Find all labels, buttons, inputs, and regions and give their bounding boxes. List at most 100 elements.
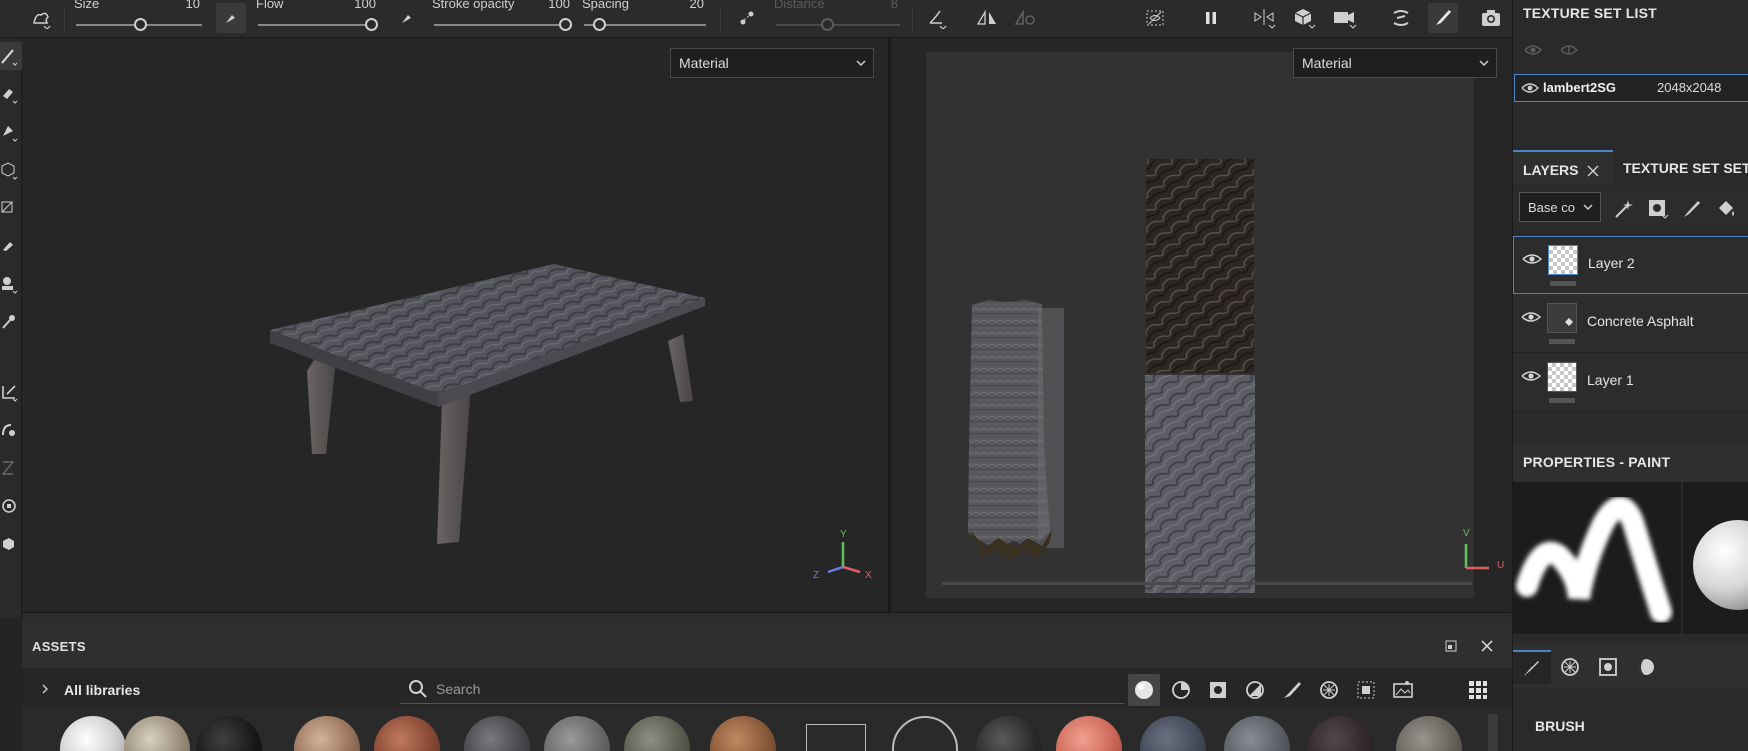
asset-thumbnail[interactable] — [892, 716, 958, 751]
eye-icon[interactable] — [1521, 81, 1539, 98]
spacing-knob[interactable] — [593, 18, 606, 31]
undock-icon[interactable] — [1444, 639, 1458, 656]
eraser-tool-icon[interactable] — [0, 80, 22, 108]
symmetry-settings-icon[interactable] — [1010, 3, 1040, 33]
asset-thumbnail[interactable] — [1396, 716, 1462, 751]
size-slider[interactable]: Size 10 — [74, 0, 202, 36]
chevron-right-icon[interactable] — [40, 683, 50, 698]
layer-row[interactable]: Concrete Asphalt — [1513, 295, 1748, 353]
tab-texture-set-settings[interactable]: TEXTURE SET SET — [1617, 150, 1748, 184]
viewport-2d[interactable]: Material V U — [891, 38, 1511, 612]
filter-generators-icon[interactable] — [1239, 674, 1271, 706]
flow-slider[interactable]: Flow 100 — [256, 0, 378, 36]
filter-brushes-icon[interactable] — [1276, 674, 1308, 706]
material-tab-icon[interactable] — [1627, 650, 1665, 684]
layer-thumbnail[interactable] — [1547, 362, 1577, 392]
all-libraries-label[interactable]: All libraries — [64, 682, 140, 698]
filter-masks-icon[interactable] — [1202, 674, 1234, 706]
size-knob[interactable] — [134, 18, 147, 31]
solo-icon[interactable] — [1559, 42, 1579, 61]
layer-thumbnail[interactable] — [1548, 245, 1578, 275]
iray-tool-icon[interactable] — [0, 492, 22, 520]
cube-view-icon[interactable] — [1290, 3, 1320, 33]
lazy-mouse-icon[interactable] — [732, 3, 762, 33]
asset-thumbnail[interactable] — [710, 716, 776, 751]
filter-materials-icon[interactable] — [1128, 674, 1160, 706]
layer-name[interactable]: Concrete Asphalt — [1587, 313, 1694, 329]
measure-tool-icon[interactable] — [0, 454, 22, 482]
layer-row[interactable]: Layer 1 — [1513, 354, 1748, 412]
hide-icon[interactable] — [1140, 3, 1170, 33]
asset-thumbnail[interactable] — [60, 716, 126, 751]
add-effect-icon[interactable] — [1613, 198, 1635, 223]
assets-search[interactable] — [400, 674, 1124, 704]
brush-tab-icon[interactable] — [1513, 650, 1551, 684]
color-picker-tool-icon[interactable] — [0, 308, 22, 336]
add-fill-layer-icon[interactable] — [1715, 198, 1737, 223]
channel-dropdown[interactable]: Base co — [1519, 192, 1601, 222]
polygon-fill-tool-icon[interactable] — [0, 194, 22, 222]
mesh-icon[interactable] — [0, 530, 22, 558]
asset-thumbnail[interactable] — [806, 724, 866, 751]
close-icon[interactable] — [1480, 639, 1494, 656]
asset-thumbnail[interactable] — [1140, 716, 1206, 751]
transform-tool-icon[interactable] — [0, 378, 22, 406]
asset-thumbnail[interactable] — [294, 716, 360, 751]
layer-thumbnail[interactable] — [1547, 303, 1577, 333]
spacing-slider[interactable]: Spacing 20 — [582, 0, 706, 36]
layer-row[interactable]: Layer 2 — [1513, 236, 1748, 294]
search-input[interactable] — [436, 678, 1036, 700]
filter-filters-icon[interactable] — [1350, 674, 1382, 706]
asset-thumbnail[interactable] — [1056, 716, 1122, 751]
uv-tool-icon[interactable] — [0, 416, 22, 444]
eye-icon[interactable] — [1522, 252, 1543, 269]
close-icon[interactable] — [1587, 164, 1599, 180]
bake-icon[interactable] — [1386, 3, 1416, 33]
brush-preset-icon[interactable] — [26, 3, 56, 33]
asset-thumbnail[interactable] — [624, 716, 690, 751]
asset-thumbnail[interactable] — [1308, 716, 1374, 751]
paint-brush-tool-icon[interactable] — [0, 42, 22, 70]
asset-thumbnail[interactable] — [464, 716, 530, 751]
camera-video-icon[interactable] — [1330, 3, 1360, 33]
asset-thumbnail[interactable] — [544, 716, 610, 751]
eye-icon[interactable] — [1521, 310, 1542, 327]
paint-mode-icon[interactable] — [1428, 3, 1458, 33]
alpha-tab-icon[interactable] — [1551, 650, 1589, 684]
viewport-3d[interactable]: Material Y X Z — [22, 38, 888, 612]
split-view-icon[interactable] — [1250, 3, 1280, 33]
smudge-tool-icon[interactable] — [0, 232, 22, 260]
filter-environments-icon[interactable] — [1387, 674, 1419, 706]
projection-tool-icon[interactable] — [0, 118, 22, 146]
symmetry-icon[interactable] — [972, 3, 1002, 33]
distance-knob[interactable] — [821, 18, 834, 31]
layer-name[interactable]: Layer 1 — [1587, 372, 1634, 388]
assets-scrollbar[interactable] — [1488, 714, 1498, 751]
asset-thumbnail[interactable] — [124, 716, 190, 751]
flow-knob[interactable] — [365, 18, 378, 31]
asset-thumbnail[interactable] — [976, 716, 1042, 751]
grid-view-icon[interactable] — [1462, 674, 1494, 706]
asset-thumbnail[interactable] — [1224, 716, 1290, 751]
filter-textures-icon[interactable] — [1313, 674, 1345, 706]
layer-name[interactable]: Layer 2 — [1588, 255, 1635, 271]
clone-tool-icon[interactable] — [0, 270, 22, 298]
angle-icon[interactable] — [922, 3, 952, 33]
add-mask-icon[interactable] — [1647, 198, 1669, 223]
asset-thumbnail[interactable] — [196, 716, 262, 751]
distance-slider[interactable]: Distance 8 — [774, 0, 900, 36]
filter-smart-materials-icon[interactable] — [1165, 674, 1197, 706]
tab-layers[interactable]: LAYERS — [1513, 150, 1613, 184]
pen-pressure-flow-icon[interactable] — [392, 3, 422, 33]
pause-icon[interactable] — [1196, 3, 1226, 33]
stencil-tab-icon[interactable] — [1589, 650, 1627, 684]
eye-icon[interactable] — [1521, 369, 1542, 386]
add-paint-layer-icon[interactable] — [1681, 198, 1703, 223]
stroke-opacity-knob[interactable] — [559, 18, 572, 31]
pen-pressure-size-icon[interactable] — [216, 3, 246, 33]
stroke-opacity-slider[interactable]: Stroke opacity 100 — [432, 0, 572, 36]
show-all-icon[interactable] — [1523, 42, 1543, 61]
asset-thumbnail[interactable] — [374, 716, 440, 751]
texture-set-row[interactable]: lambert2SG 2048x2048 — [1514, 74, 1748, 102]
geometry-fill-tool-icon[interactable] — [0, 156, 22, 184]
